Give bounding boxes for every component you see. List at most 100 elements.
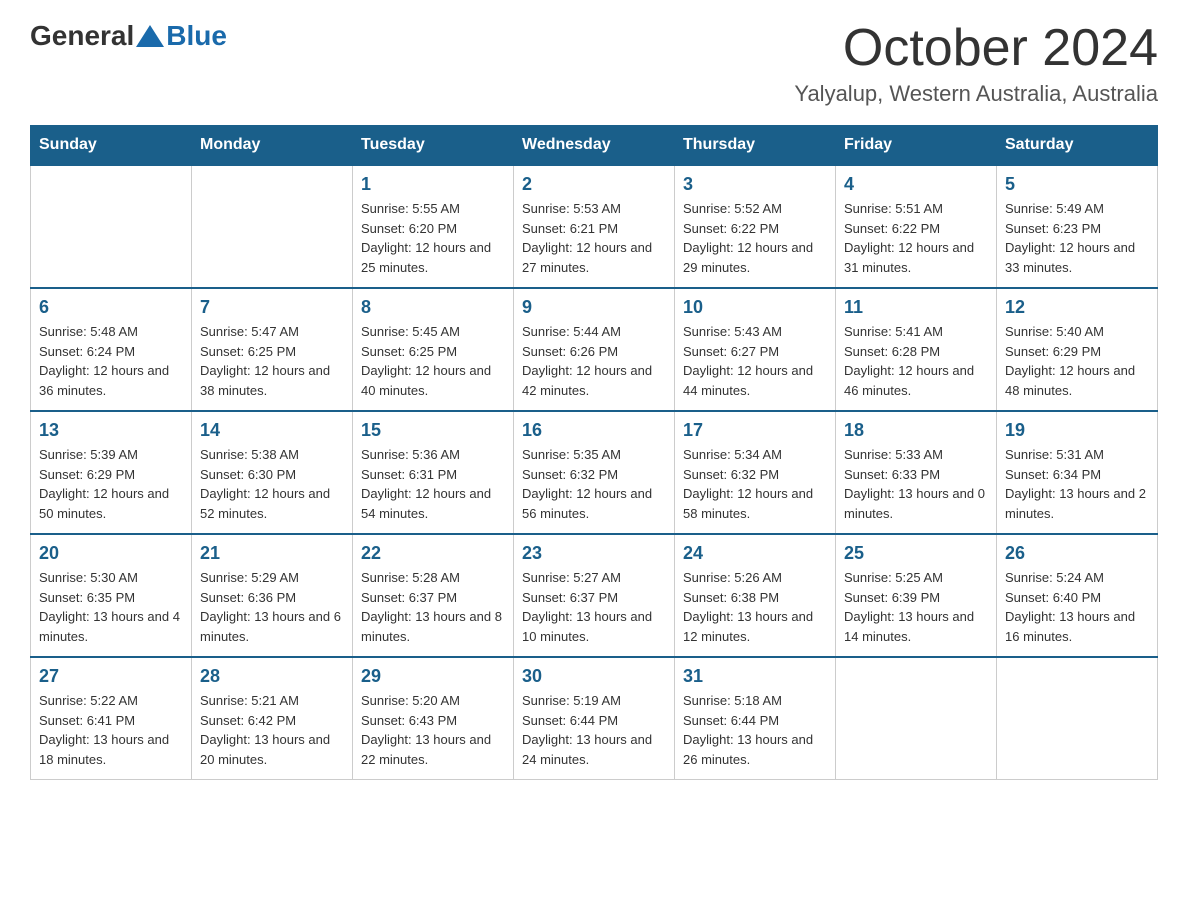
- day-number: 21: [200, 543, 344, 564]
- day-info: Sunrise: 5:35 AMSunset: 6:32 PMDaylight:…: [522, 445, 666, 523]
- day-info: Sunrise: 5:18 AMSunset: 6:44 PMDaylight:…: [683, 691, 827, 769]
- day-number: 3: [683, 174, 827, 195]
- day-info: Sunrise: 5:22 AMSunset: 6:41 PMDaylight:…: [39, 691, 183, 769]
- day-number: 30: [522, 666, 666, 687]
- day-info: Sunrise: 5:38 AMSunset: 6:30 PMDaylight:…: [200, 445, 344, 523]
- calendar-cell: 13 Sunrise: 5:39 AMSunset: 6:29 PMDayligh…: [31, 411, 192, 534]
- day-number: 11: [844, 297, 988, 318]
- day-number: 26: [1005, 543, 1149, 564]
- day-number: 5: [1005, 174, 1149, 195]
- day-info: Sunrise: 5:43 AMSunset: 6:27 PMDaylight:…: [683, 322, 827, 400]
- calendar-cell: 11 Sunrise: 5:41 AMSunset: 6:28 PMDayligh…: [836, 288, 997, 411]
- calendar-cell: [997, 657, 1158, 780]
- calendar-cell: 8Sunrise: 5:45 AMSunset: 6:25 PMDaylight…: [353, 288, 514, 411]
- day-info: Sunrise: 5:19 AMSunset: 6:44 PMDaylight:…: [522, 691, 666, 769]
- day-info: Sunrise: 5:53 AMSunset: 6:21 PMDaylight:…: [522, 199, 666, 277]
- day-number: 29: [361, 666, 505, 687]
- calendar-cell: 23 Sunrise: 5:27 AMSunset: 6:37 PMDayligh…: [514, 534, 675, 657]
- day-info: Sunrise: 5:49 AMSunset: 6:23 PMDaylight:…: [1005, 199, 1149, 277]
- header-cell-wednesday: Wednesday: [514, 126, 675, 166]
- day-info: Sunrise: 5:41 AMSunset: 6:28 PMDaylight:…: [844, 322, 988, 400]
- calendar-cell: 7 Sunrise: 5:47 AMSunset: 6:25 PMDaylight…: [192, 288, 353, 411]
- day-number: 16: [522, 420, 666, 441]
- calendar-cell: [836, 657, 997, 780]
- header-cell-tuesday: Tuesday: [353, 126, 514, 166]
- day-number: 13: [39, 420, 183, 441]
- day-info: Sunrise: 5:52 AMSunset: 6:22 PMDaylight:…: [683, 199, 827, 277]
- day-number: 27: [39, 666, 183, 687]
- day-info: Sunrise: 5:31 AMSunset: 6:34 PMDaylight:…: [1005, 445, 1149, 523]
- calendar-cell: 21 Sunrise: 5:29 AMSunset: 6:36 PMDayligh…: [192, 534, 353, 657]
- day-info: Sunrise: 5:36 AMSunset: 6:31 PMDaylight:…: [361, 445, 505, 523]
- calendar-cell: 27 Sunrise: 5:22 AMSunset: 6:41 PMDayligh…: [31, 657, 192, 780]
- day-info: Sunrise: 5:48 AMSunset: 6:24 PMDaylight:…: [39, 322, 183, 400]
- day-info: Sunrise: 5:24 AMSunset: 6:40 PMDaylight:…: [1005, 568, 1149, 646]
- day-number: 15: [361, 420, 505, 441]
- calendar-cell: 4 Sunrise: 5:51 AMSunset: 6:22 PMDaylight…: [836, 165, 997, 288]
- day-info: Sunrise: 5:39 AMSunset: 6:29 PMDaylight:…: [39, 445, 183, 523]
- day-info: Sunrise: 5:29 AMSunset: 6:36 PMDaylight:…: [200, 568, 344, 646]
- calendar-cell: 19 Sunrise: 5:31 AMSunset: 6:34 PMDayligh…: [997, 411, 1158, 534]
- main-title: October 2024: [794, 20, 1158, 77]
- day-number: 17: [683, 420, 827, 441]
- day-number: 23: [522, 543, 666, 564]
- day-number: 22: [361, 543, 505, 564]
- header: General Blue October 2024 Yalyalup, West…: [30, 20, 1158, 107]
- day-info: Sunrise: 5:45 AMSunset: 6:25 PMDaylight:…: [361, 322, 505, 400]
- day-number: 7: [200, 297, 344, 318]
- header-cell-sunday: Sunday: [31, 126, 192, 166]
- day-info: Sunrise: 5:30 AMSunset: 6:35 PMDaylight:…: [39, 568, 183, 646]
- day-info: Sunrise: 5:21 AMSunset: 6:42 PMDaylight:…: [200, 691, 344, 769]
- day-number: 2: [522, 174, 666, 195]
- subtitle: Yalyalup, Western Australia, Australia: [794, 81, 1158, 107]
- calendar-cell: 26 Sunrise: 5:24 AMSunset: 6:40 PMDayligh…: [997, 534, 1158, 657]
- day-info: Sunrise: 5:27 AMSunset: 6:37 PMDaylight:…: [522, 568, 666, 646]
- day-number: 24: [683, 543, 827, 564]
- calendar-cell: [31, 165, 192, 288]
- day-info: Sunrise: 5:40 AMSunset: 6:29 PMDaylight:…: [1005, 322, 1149, 400]
- title-area: October 2024 Yalyalup, Western Australia…: [794, 20, 1158, 107]
- calendar-cell: 18Sunrise: 5:33 AMSunset: 6:33 PMDayligh…: [836, 411, 997, 534]
- calendar-week-1: 1 Sunrise: 5:55 AMSunset: 6:20 PMDaylight…: [31, 165, 1158, 288]
- calendar-cell: 25Sunrise: 5:25 AMSunset: 6:39 PMDayligh…: [836, 534, 997, 657]
- calendar-cell: 6 Sunrise: 5:48 AMSunset: 6:24 PMDaylight…: [31, 288, 192, 411]
- day-info: Sunrise: 5:34 AMSunset: 6:32 PMDaylight:…: [683, 445, 827, 523]
- day-info: Sunrise: 5:55 AMSunset: 6:20 PMDaylight:…: [361, 199, 505, 277]
- day-info: Sunrise: 5:51 AMSunset: 6:22 PMDaylight:…: [844, 199, 988, 277]
- day-number: 6: [39, 297, 183, 318]
- day-number: 10: [683, 297, 827, 318]
- header-cell-saturday: Saturday: [997, 126, 1158, 166]
- day-number: 19: [1005, 420, 1149, 441]
- day-info: Sunrise: 5:25 AMSunset: 6:39 PMDaylight:…: [844, 568, 988, 646]
- calendar-cell: 20Sunrise: 5:30 AMSunset: 6:35 PMDayligh…: [31, 534, 192, 657]
- day-number: 31: [683, 666, 827, 687]
- day-number: 14: [200, 420, 344, 441]
- logo-general-text: General: [30, 20, 134, 52]
- calendar-cell: 10 Sunrise: 5:43 AMSunset: 6:27 PMDayligh…: [675, 288, 836, 411]
- calendar-cell: 29 Sunrise: 5:20 AMSunset: 6:43 PMDayligh…: [353, 657, 514, 780]
- day-info: Sunrise: 5:28 AMSunset: 6:37 PMDaylight:…: [361, 568, 505, 646]
- calendar-cell: 28 Sunrise: 5:21 AMSunset: 6:42 PMDayligh…: [192, 657, 353, 780]
- day-number: 4: [844, 174, 988, 195]
- calendar-cell: 12 Sunrise: 5:40 AMSunset: 6:29 PMDayligh…: [997, 288, 1158, 411]
- calendar-cell: 17 Sunrise: 5:34 AMSunset: 6:32 PMDayligh…: [675, 411, 836, 534]
- calendar-cell: 1 Sunrise: 5:55 AMSunset: 6:20 PMDaylight…: [353, 165, 514, 288]
- day-info: Sunrise: 5:47 AMSunset: 6:25 PMDaylight:…: [200, 322, 344, 400]
- day-number: 1: [361, 174, 505, 195]
- header-cell-friday: Friday: [836, 126, 997, 166]
- day-number: 28: [200, 666, 344, 687]
- calendar-week-3: 13 Sunrise: 5:39 AMSunset: 6:29 PMDayligh…: [31, 411, 1158, 534]
- calendar-week-5: 27 Sunrise: 5:22 AMSunset: 6:41 PMDayligh…: [31, 657, 1158, 780]
- day-info: Sunrise: 5:33 AMSunset: 6:33 PMDaylight:…: [844, 445, 988, 523]
- calendar-cell: 15 Sunrise: 5:36 AMSunset: 6:31 PMDayligh…: [353, 411, 514, 534]
- logo-area: General Blue: [30, 20, 227, 52]
- day-number: 12: [1005, 297, 1149, 318]
- calendar-cell: 9Sunrise: 5:44 AMSunset: 6:26 PMDaylight…: [514, 288, 675, 411]
- logo-triangle-icon: [136, 25, 164, 47]
- calendar-cell: 22 Sunrise: 5:28 AMSunset: 6:37 PMDayligh…: [353, 534, 514, 657]
- logo: General Blue: [30, 20, 227, 52]
- calendar-cell: 16 Sunrise: 5:35 AMSunset: 6:32 PMDayligh…: [514, 411, 675, 534]
- day-info: Sunrise: 5:20 AMSunset: 6:43 PMDaylight:…: [361, 691, 505, 769]
- calendar-cell: 24Sunrise: 5:26 AMSunset: 6:38 PMDayligh…: [675, 534, 836, 657]
- calendar-cell: 3 Sunrise: 5:52 AMSunset: 6:22 PMDaylight…: [675, 165, 836, 288]
